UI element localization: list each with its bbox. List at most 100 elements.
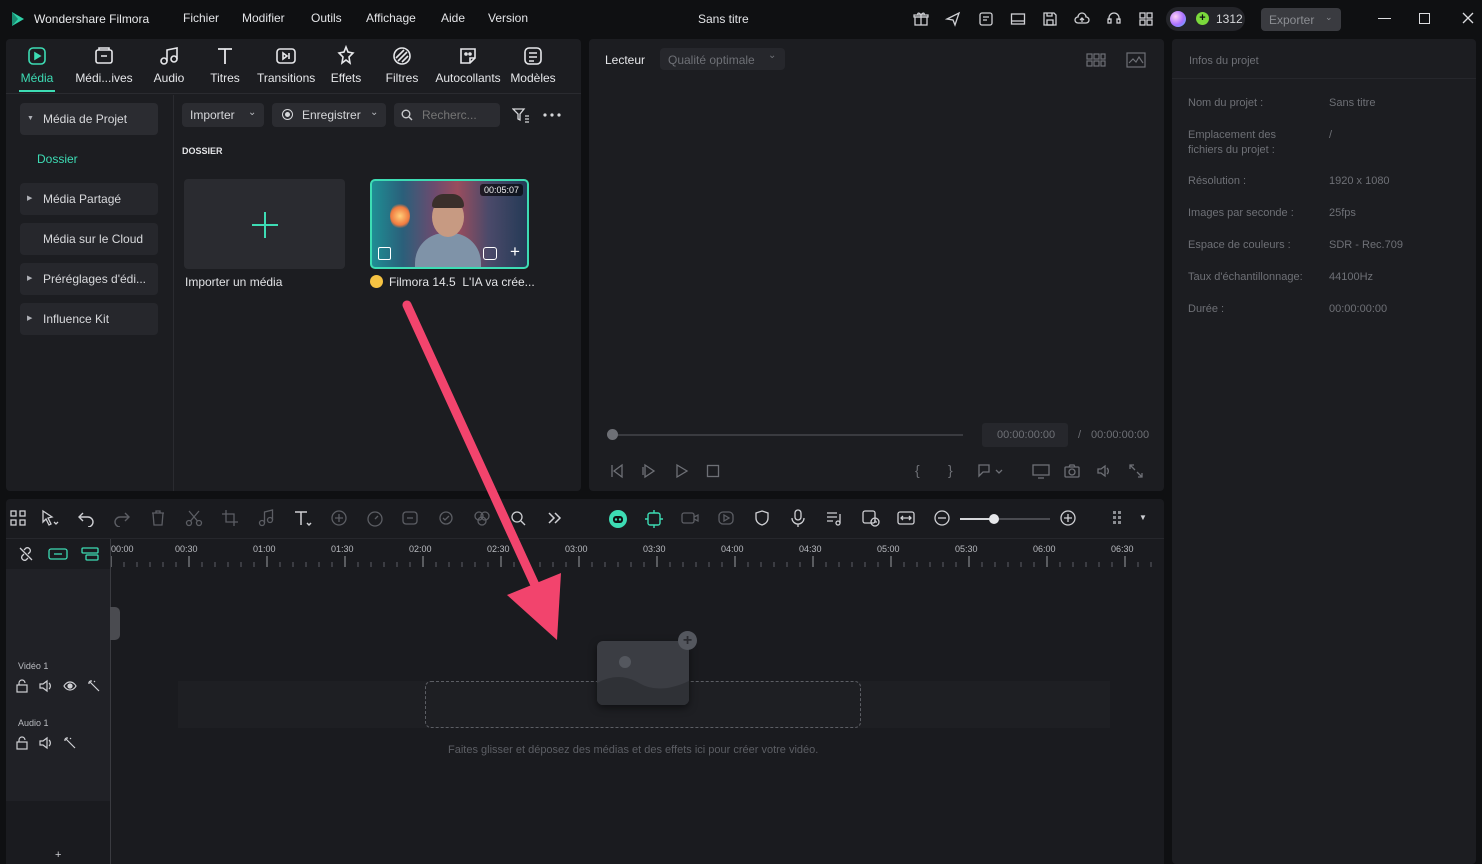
tool-transitions[interactable]: Transitions xyxy=(257,45,315,85)
text-tool-icon[interactable] xyxy=(293,509,313,529)
lock-icon[interactable] xyxy=(15,679,29,693)
track-settings-chevron-icon[interactable]: ▼ xyxy=(1139,513,1147,522)
layout-icon[interactable] xyxy=(1010,11,1026,27)
ai-copilot-icon[interactable] xyxy=(608,509,628,529)
crop-icon[interactable] xyxy=(221,509,241,529)
menu-outils[interactable]: Outils xyxy=(311,11,342,25)
export-button[interactable]: Exporter ⌄ xyxy=(1261,8,1341,31)
prev-frame-icon[interactable] xyxy=(609,463,625,479)
waveform-view-icon[interactable] xyxy=(1126,52,1146,68)
split-icon[interactable] xyxy=(185,509,205,529)
speed-icon[interactable] xyxy=(366,509,386,529)
import-button[interactable]: Importer ⌄ xyxy=(182,103,264,127)
add-track-button[interactable]: + xyxy=(55,849,61,861)
close-icon[interactable] xyxy=(1461,11,1475,25)
record-button[interactable]: Enregistrer ⌄ xyxy=(272,103,386,127)
project-icon[interactable] xyxy=(978,11,994,27)
tool-stickers[interactable]: Autocollants xyxy=(430,45,506,85)
eye-icon[interactable] xyxy=(63,679,77,693)
sidebar-item-presets[interactable]: ▶ Préréglages d'édi... xyxy=(20,263,158,295)
player-tab[interactable]: Lecteur xyxy=(605,53,645,67)
camera-record-icon[interactable] xyxy=(717,509,737,529)
marker-icon[interactable] xyxy=(977,463,1005,479)
mark-out-icon[interactable]: } xyxy=(948,462,953,478)
zoom-slider-handle[interactable] xyxy=(989,514,999,524)
speaker-icon[interactable] xyxy=(39,679,53,693)
volume-icon[interactable] xyxy=(1096,463,1112,479)
record-voice-icon[interactable] xyxy=(680,509,700,529)
clip-add-icon[interactable]: + xyxy=(506,243,524,261)
menu-version[interactable]: Version xyxy=(488,11,528,25)
search-box[interactable] xyxy=(394,103,500,127)
magic-wand-icon[interactable] xyxy=(63,736,77,750)
speaker-icon[interactable] xyxy=(39,736,53,750)
shield-icon[interactable] xyxy=(753,509,773,529)
sidebar-item-project-media[interactable]: ▼ Média de Projet xyxy=(20,103,158,135)
display-icon[interactable] xyxy=(1032,463,1050,479)
sidebar-item-folder[interactable]: Dossier xyxy=(37,152,78,166)
audio-edit-icon[interactable] xyxy=(257,509,277,529)
menu-modifier[interactable]: Modifier xyxy=(242,11,285,25)
sidebar-item-shared-media[interactable]: ▶ Média Partagé xyxy=(20,183,158,215)
fullscreen-icon[interactable] xyxy=(1128,463,1144,479)
timeline-layout-icon[interactable] xyxy=(9,509,29,529)
playback-progress-track[interactable] xyxy=(613,434,963,436)
mark-in-icon[interactable]: { xyxy=(915,462,920,478)
menu-affichage[interactable]: Affichage xyxy=(366,11,416,25)
current-time-box[interactable]: 00:00:00:00 xyxy=(982,423,1068,447)
tool-titles[interactable]: Titres xyxy=(196,45,254,85)
video-clip-thumbnail[interactable]: 00:05:07 + xyxy=(370,179,529,269)
menu-aide[interactable]: Aide xyxy=(441,11,465,25)
lock-icon[interactable] xyxy=(15,736,29,750)
annotation-arrow xyxy=(402,300,561,640)
zoom-in-icon[interactable] xyxy=(1059,509,1079,529)
delete-icon[interactable] xyxy=(149,509,169,529)
sidebar-item-cloud-media[interactable]: Média sur le Cloud xyxy=(20,223,158,255)
menu-fichier[interactable]: Fichier xyxy=(183,11,219,25)
sidebar-item-influence-kit[interactable]: ▶ Influence Kit xyxy=(20,303,158,335)
link-icon[interactable] xyxy=(48,546,68,562)
effect-tool-icon[interactable] xyxy=(330,509,350,529)
apps-icon[interactable] xyxy=(1138,11,1154,27)
play-backward-icon[interactable] xyxy=(641,463,657,479)
undo-icon[interactable] xyxy=(77,509,97,529)
tool-stock-media[interactable]: Médi...ives xyxy=(75,45,133,85)
playhead-handle[interactable] xyxy=(607,429,618,440)
play-icon[interactable] xyxy=(673,463,689,479)
cloud-upload-icon[interactable] xyxy=(1074,11,1090,27)
tool-audio[interactable]: Audio xyxy=(140,45,198,85)
stop-icon[interactable] xyxy=(705,463,721,479)
credits-badge[interactable]: + 1312 xyxy=(1166,7,1245,31)
tool-filters[interactable]: Filtres xyxy=(373,45,431,85)
search-input[interactable] xyxy=(422,107,494,123)
microphone-icon[interactable] xyxy=(789,509,809,529)
fit-timeline-icon[interactable] xyxy=(897,509,917,529)
track-settings-icon[interactable] xyxy=(1110,509,1130,529)
import-media-tile[interactable] xyxy=(184,179,345,269)
zoom-out-icon[interactable] xyxy=(933,509,953,529)
audio-mix-icon[interactable] xyxy=(825,509,845,529)
tool-media[interactable]: Média xyxy=(8,45,66,92)
snap-icon[interactable] xyxy=(81,546,99,562)
replace-icon[interactable] xyxy=(861,509,881,529)
unlink-icon[interactable] xyxy=(18,546,34,562)
gift-icon[interactable] xyxy=(913,11,929,27)
maximize-icon[interactable] xyxy=(1419,13,1430,24)
auto-highlight-icon[interactable] xyxy=(644,509,664,529)
magic-wand-icon[interactable] xyxy=(87,679,101,693)
tool-templates[interactable]: Modèles xyxy=(504,45,562,85)
support-icon[interactable] xyxy=(1106,11,1122,27)
title-bar: Wondershare Filmora Fichier Modifier Out… xyxy=(0,0,1482,38)
redo-icon[interactable] xyxy=(113,509,133,529)
save-icon[interactable] xyxy=(1042,11,1058,27)
minimize-icon[interactable] xyxy=(1378,18,1391,19)
select-tool-icon[interactable] xyxy=(40,509,60,529)
quality-select[interactable]: Qualité optimale ⌄ xyxy=(660,48,785,70)
tool-effects[interactable]: Effets xyxy=(317,45,375,85)
filter-icon[interactable] xyxy=(512,107,530,123)
more-options-icon[interactable] xyxy=(543,113,561,117)
snapshot-icon[interactable] xyxy=(1064,463,1080,479)
send-icon[interactable] xyxy=(945,11,961,27)
panel-collapse-handle[interactable] xyxy=(110,607,120,640)
grid-view-icon[interactable] xyxy=(1086,53,1106,67)
